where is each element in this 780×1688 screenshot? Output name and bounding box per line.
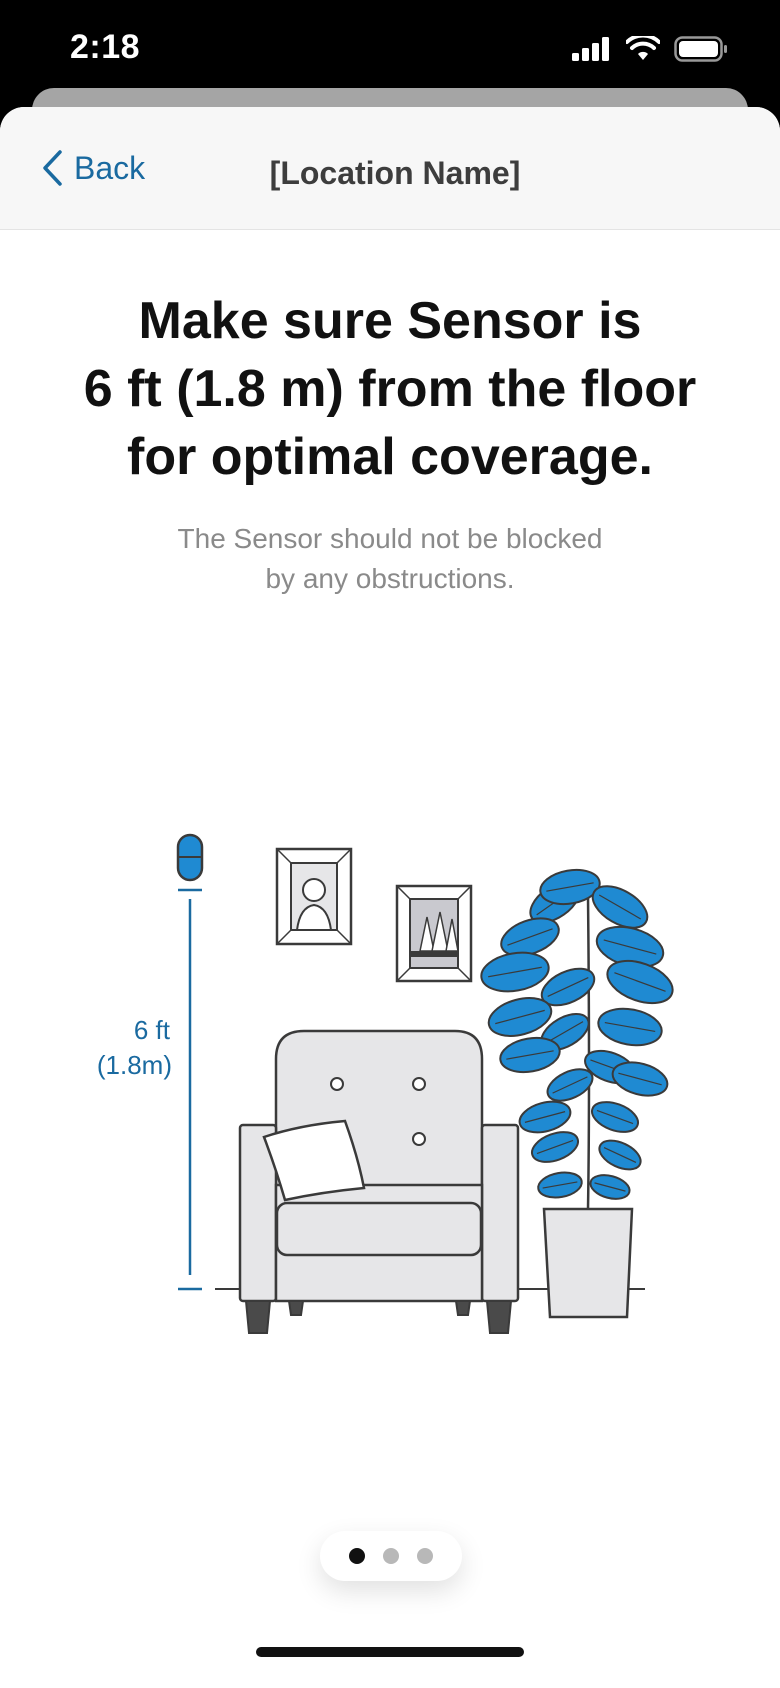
- status-time: 2:18: [70, 28, 141, 66]
- plant-leaf: [537, 1171, 583, 1199]
- subtext-line-2: by any obstructions.: [265, 563, 515, 594]
- status-icons: [572, 36, 728, 62]
- plant-leaf: [589, 1174, 631, 1200]
- plant-leaf: [598, 1139, 642, 1171]
- page-dot-2[interactable]: [383, 1548, 399, 1564]
- instruction-subtext: The Sensor should not be blocked by any …: [120, 519, 660, 599]
- height-label-ft: 6 ft: [134, 1015, 171, 1045]
- headline: Make sure Sensor is 6 ft (1.8 m) from th…: [40, 287, 740, 491]
- page-dot-3[interactable]: [417, 1548, 433, 1564]
- status-bar: 2:18: [0, 0, 780, 90]
- picture-frame-trees: [395, 884, 473, 983]
- sensor-placement-illustration: 6 ft (1.8m): [97, 833, 674, 1334]
- page-title: [Location Name]: [269, 155, 521, 191]
- height-measurement: 6 ft (1.8m): [97, 888, 202, 1291]
- headline-line-1: Make sure Sensor is: [138, 292, 642, 350]
- home-indicator[interactable]: [256, 1647, 524, 1657]
- cellular-signal-icon: [572, 37, 609, 61]
- page-dot-1[interactable]: [349, 1548, 365, 1564]
- plant-leaf: [590, 1101, 640, 1133]
- subtext-line-1: The Sensor should not be blocked: [177, 523, 603, 554]
- navigation-bar: Back [Location Name]: [0, 107, 780, 230]
- sensor-icon: [176, 833, 204, 882]
- height-label-m: (1.8m): [97, 1050, 172, 1080]
- headline-line-3: for optimal coverage.: [127, 428, 653, 486]
- app-screen: 2:18 Back [Location Name] Make sure Sens…: [0, 0, 780, 1688]
- wifi-icon: [626, 36, 660, 60]
- page-indicator: [320, 1531, 462, 1581]
- headline-line-2: 6 ft (1.8 m) from the floor: [83, 360, 697, 418]
- plant-leaf: [480, 951, 550, 993]
- picture-frame-portrait: [275, 847, 353, 946]
- battery-icon: [674, 36, 727, 62]
- modal-sheet: Back [Location Name] Make sure Sensor is…: [0, 107, 780, 1688]
- plant-leaf: [597, 1007, 663, 1047]
